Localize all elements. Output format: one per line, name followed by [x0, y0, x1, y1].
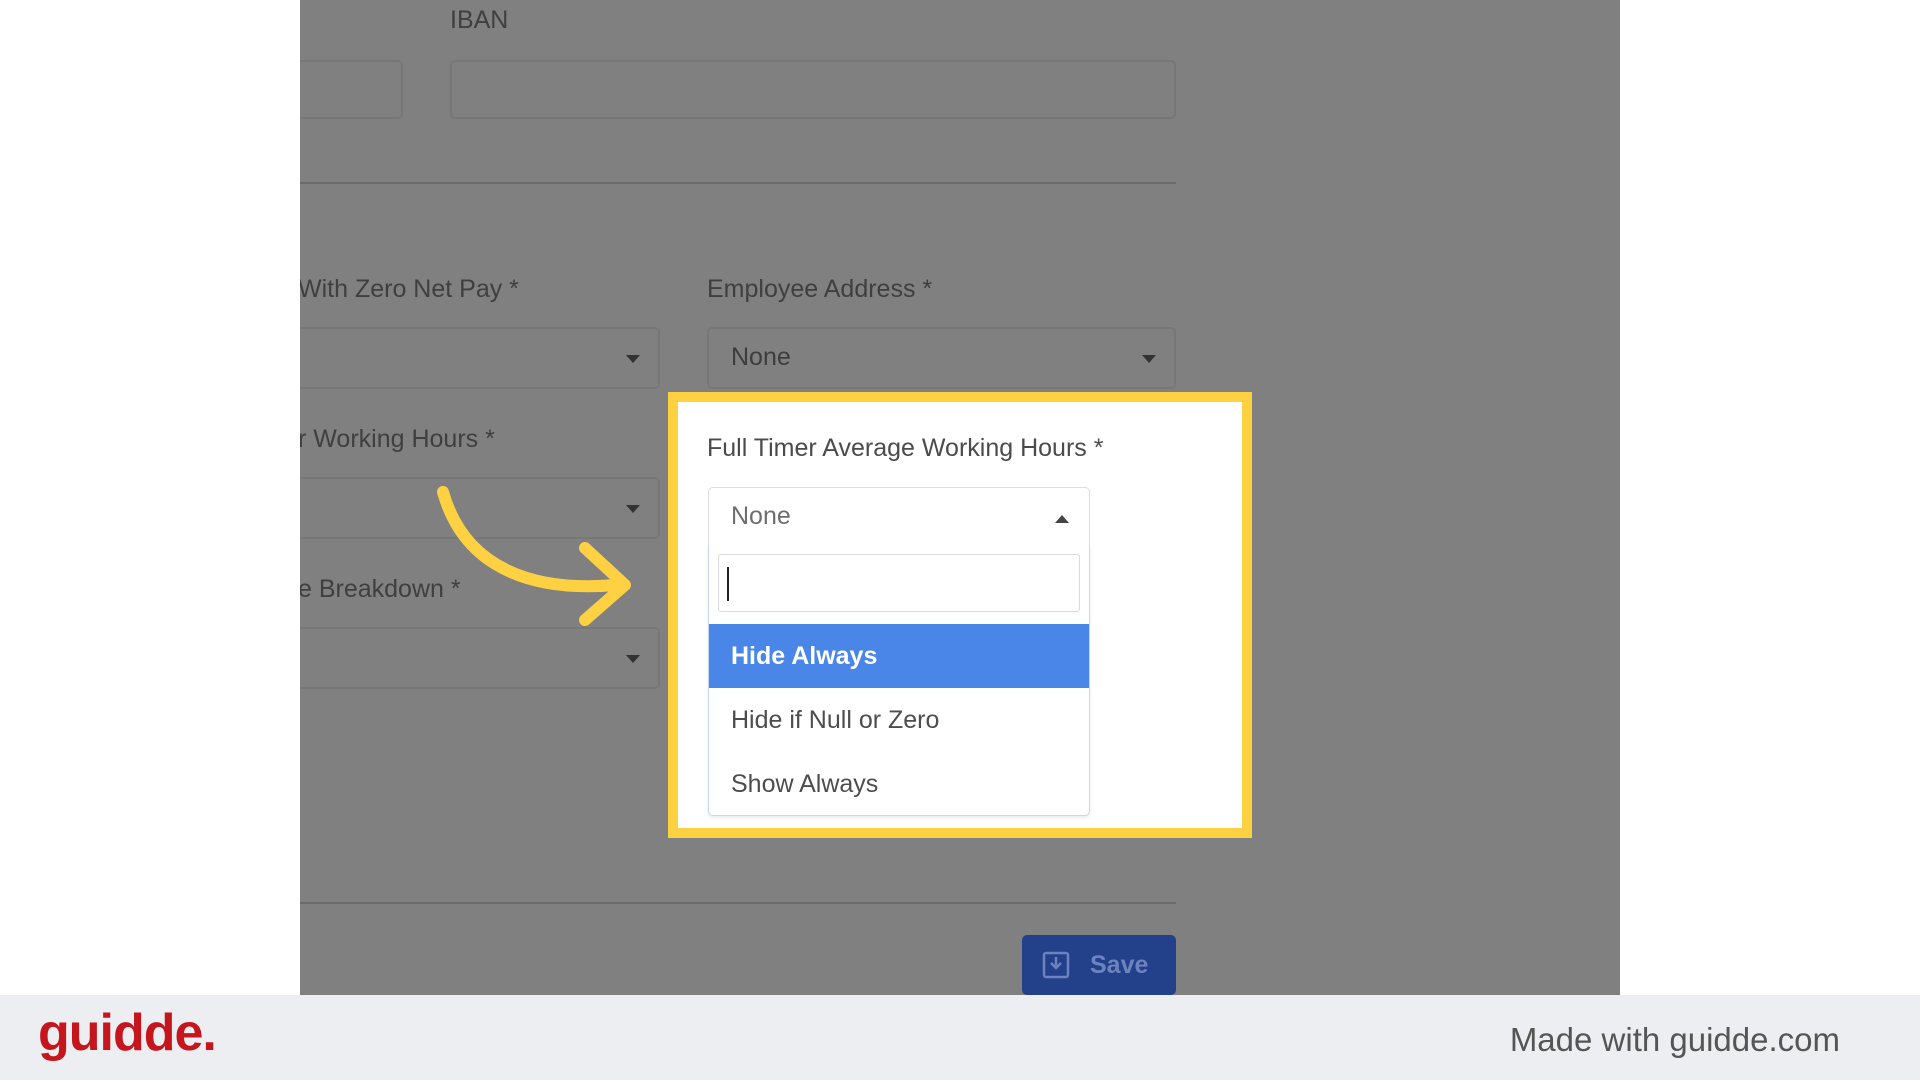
employee-address-select[interactable]: None [707, 327, 1176, 389]
text-cursor [727, 567, 729, 601]
option-hide-if-null-or-zero[interactable]: Hide if Null or Zero [709, 688, 1089, 752]
highlight-frame: Full Timer Average Working Hours * None … [668, 392, 1252, 838]
section-divider [300, 182, 1176, 184]
footer-divider [300, 902, 1176, 904]
pointer-arrow-icon [437, 486, 631, 626]
full-timer-hours-label: Full Timer Average Working Hours * [707, 434, 1104, 462]
selected-value: None [731, 502, 791, 530]
chevron-up-icon [1055, 515, 1069, 523]
save-button-label: Save [1090, 950, 1149, 979]
guidde-footer: guidde. Made with guidde.com [0, 995, 1920, 1080]
chevron-down-icon [626, 355, 640, 363]
option-label: Hide if Null or Zero [731, 705, 940, 734]
employee-address-label: Employee Address * [707, 275, 933, 303]
employee-address-value: None [731, 343, 791, 371]
option-show-always[interactable]: Show Always [709, 752, 1089, 816]
full-timer-hours-select[interactable]: None [708, 487, 1090, 547]
tutorial-frame: IBAN With Zero Net Pay * Employee Addres… [0, 0, 1920, 1080]
option-hide-always[interactable]: Hide Always [709, 624, 1089, 688]
made-with-credit[interactable]: Made with guidde.com [1510, 1021, 1840, 1059]
dropdown-menu: Hide Always Hide if Null or Zero Show Al… [708, 546, 1090, 816]
chevron-down-icon [1142, 355, 1156, 363]
option-label: Show Always [731, 769, 879, 798]
account-number-field[interactable] [300, 60, 403, 119]
save-button[interactable]: Save [1022, 935, 1176, 995]
dropdown-search-input[interactable] [718, 554, 1080, 612]
zero-net-pay-label: With Zero Net Pay * [300, 275, 519, 303]
save-icon [1042, 951, 1070, 979]
option-label: Hide Always [731, 641, 878, 670]
working-hours-label: r Working Hours * [300, 425, 495, 453]
zero-net-pay-select[interactable] [300, 327, 660, 389]
guidde-logo: guidde. [38, 1004, 217, 1062]
iban-label: IBAN [450, 6, 509, 34]
chevron-down-icon [626, 655, 640, 663]
iban-field[interactable] [450, 60, 1176, 119]
